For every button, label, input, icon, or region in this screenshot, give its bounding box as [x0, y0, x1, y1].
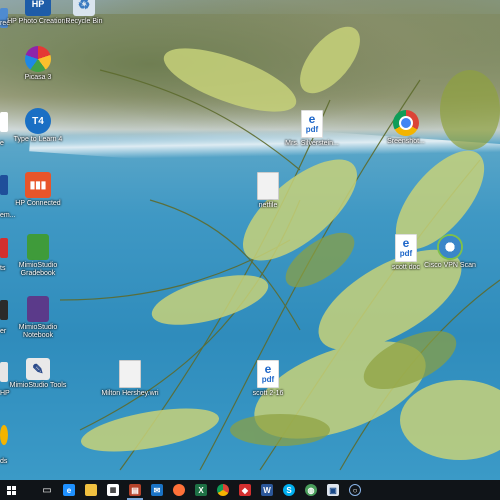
- document-icon: [119, 360, 141, 388]
- sreenshot-icon[interactable]: Sreenshot...: [374, 110, 438, 146]
- partial-icon-edge[interactable]: [0, 425, 8, 445]
- cortana-icon[interactable]: ○: [344, 480, 366, 500]
- hp-photo-icon: HP: [25, 0, 51, 16]
- mimio-gradebook-icon[interactable]: MimioStudio Gradebook: [6, 234, 70, 278]
- mimio-tools-icon[interactable]: ✎ MimioStudio Tools: [6, 358, 70, 390]
- hp-connected-icon-glyph: ▮▮▮: [25, 172, 51, 198]
- cisco-vpn-icon[interactable]: Cisco VPN Scan: [418, 234, 482, 270]
- document-icon: [257, 172, 279, 200]
- app-red-icon[interactable]: ◆: [234, 480, 256, 500]
- green-book-icon: [27, 234, 49, 260]
- edge-label: em...: [0, 212, 16, 219]
- edge-label: ds: [0, 458, 8, 465]
- mimio-notebook-icon[interactable]: MimioStudio Notebook: [6, 296, 70, 340]
- mail-icon[interactable]: ✉: [146, 480, 168, 500]
- word-icon[interactable]: W: [256, 480, 278, 500]
- store-icon[interactable]: ▦: [102, 480, 124, 500]
- picasa-icon-glyph: [25, 46, 51, 72]
- pdf-icon: e pdf: [301, 110, 323, 138]
- milton-hershey-icon[interactable]: Milton Hershey.wri: [98, 360, 162, 398]
- file-explorer-icon[interactable]: ▇: [80, 480, 102, 500]
- typing-icon: T4: [25, 108, 51, 134]
- app-monitor-icon[interactable]: ▣: [322, 480, 344, 500]
- typing-to-learn-icon[interactable]: T4 Type to Learn 4: [6, 108, 70, 144]
- picasa-icon[interactable]: Picasa 3: [6, 46, 70, 82]
- pdf-icon: e pdf: [257, 360, 279, 388]
- purple-book-icon: [27, 296, 49, 322]
- tools-icon: ✎: [26, 358, 50, 380]
- taskbar: ▭ e ▇ ▦ ▤ ✉ ● X ◉ ◆ W S ◍ ▣ ○: [0, 480, 500, 500]
- edge-label: HP: [0, 390, 10, 397]
- netfile-icon[interactable]: netfile: [236, 172, 300, 210]
- cisco-icon: [437, 234, 463, 260]
- chrome-taskbar-icon[interactable]: ◉: [212, 480, 234, 500]
- start-button[interactable]: [0, 480, 22, 500]
- chrome-icon: [393, 110, 419, 136]
- desktop-background: ree e em... ts er HP ds HP HP Photo Crea…: [0, 0, 500, 480]
- excel-icon[interactable]: X: [190, 480, 212, 500]
- app-globe-icon[interactable]: ◍: [300, 480, 322, 500]
- skype-icon[interactable]: S: [278, 480, 300, 500]
- recycle-bin-icon[interactable]: ♻ Recycle Bin: [52, 0, 116, 26]
- windows-logo-icon: [6, 485, 16, 495]
- hp-connected-icon[interactable]: ▮▮▮ HP Connected: [6, 172, 70, 208]
- task-view-icon[interactable]: ▭: [36, 480, 58, 500]
- firefox-icon[interactable]: ●: [168, 480, 190, 500]
- mrs-silverstein-pdf-icon[interactable]: e pdf Mrs. Silverstein...: [280, 110, 344, 148]
- edge-label: ts: [0, 265, 6, 272]
- recycle-bin-icon-glyph: ♻: [73, 0, 95, 16]
- edge-label: e: [0, 140, 4, 147]
- scott-2-16-pdf-icon[interactable]: e pdf scott 2-16: [236, 360, 300, 398]
- pdf-icon: e pdf: [395, 234, 417, 262]
- edge-browser-icon[interactable]: e: [58, 480, 80, 500]
- photo-app-icon[interactable]: ▤: [124, 480, 146, 500]
